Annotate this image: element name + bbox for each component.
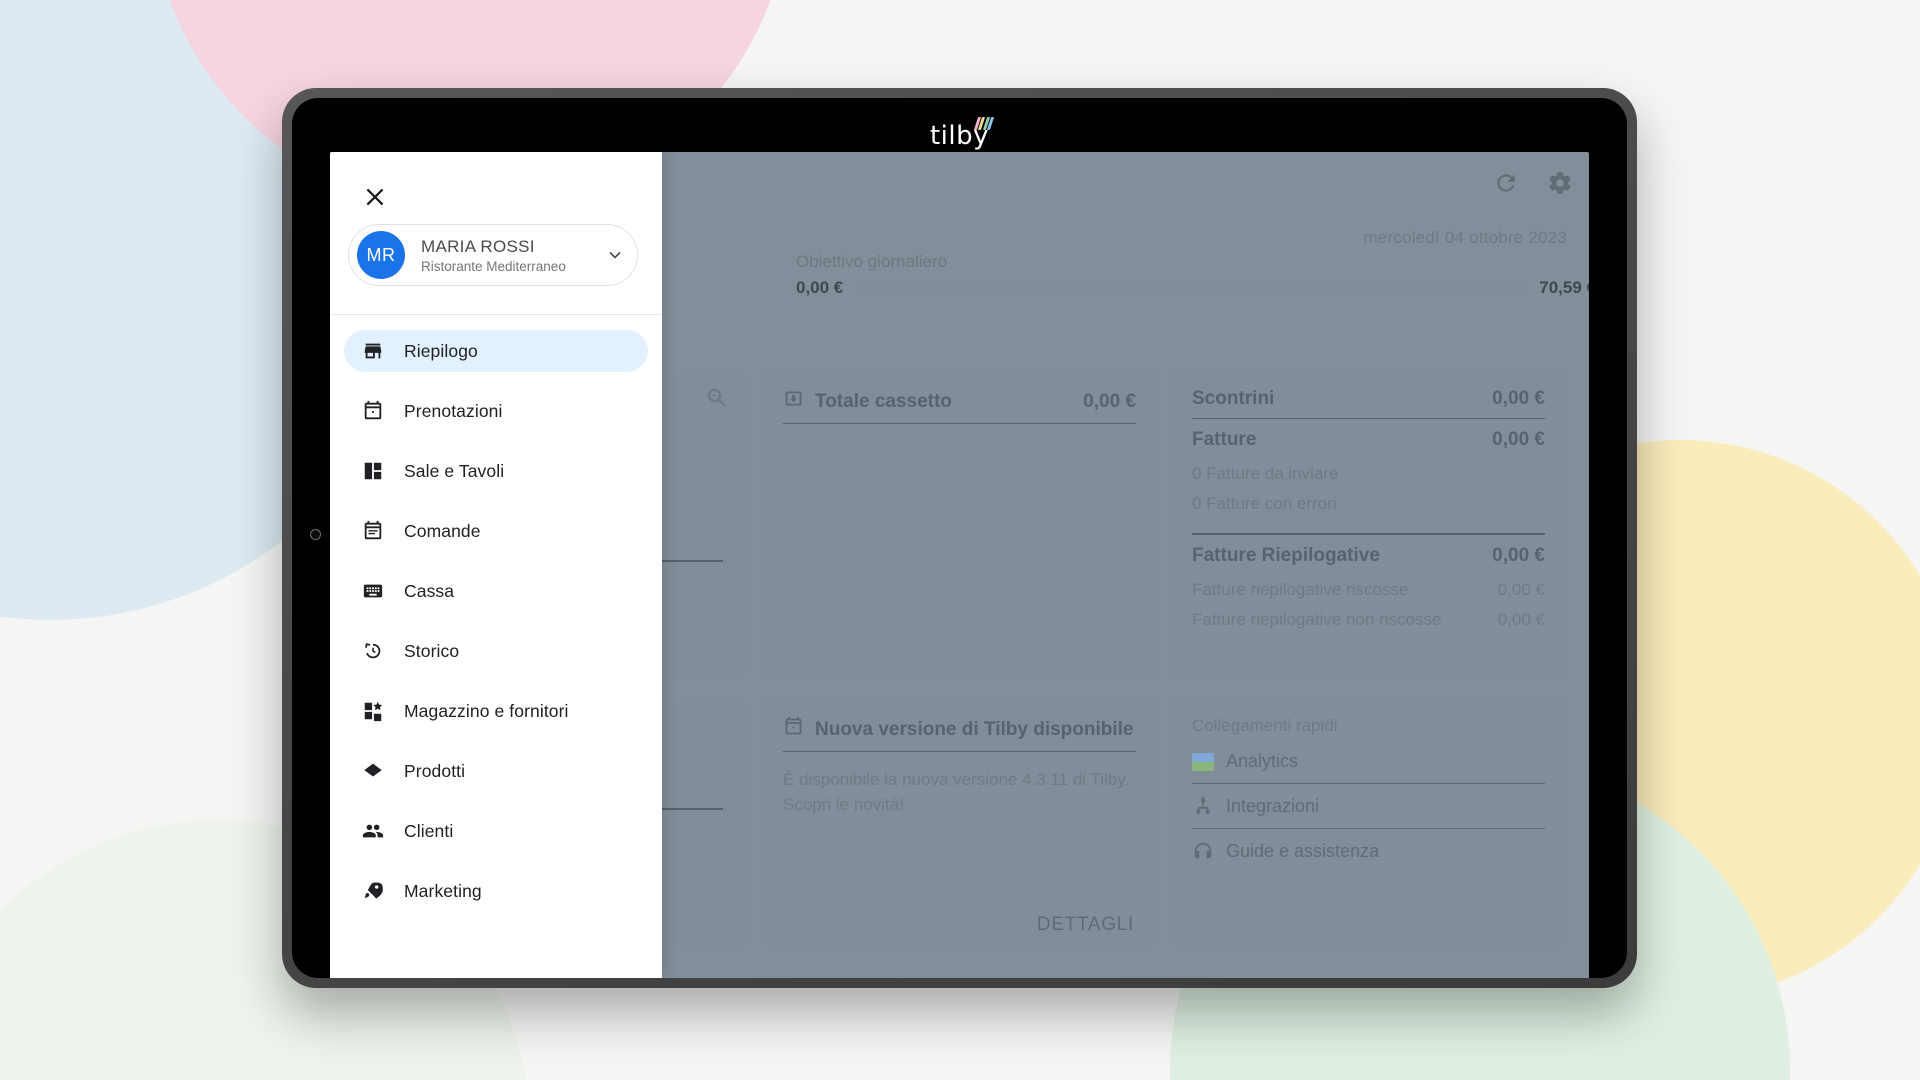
account-switcher[interactable]: MR MARIA ROSSI Ristorante Mediterraneo: [348, 224, 638, 286]
invoices-to-send-row: 0 Fatture da inviare: [1192, 459, 1545, 489]
invoices-row: Fatture 0,00 €: [1192, 419, 1545, 459]
app-screen: mercoledì 04 ottobre 2023 a Obiettivo gi…: [330, 152, 1589, 978]
card-cash-drawer: Totale cassetto 0,00 €: [763, 370, 1156, 680]
calendar-icon: [783, 716, 804, 743]
cash-drawer-header: Totale cassetto 0,00 €: [783, 388, 1136, 424]
current-date: mercoledì 04 ottobre 2023: [1363, 228, 1567, 247]
summary-uncollected-row: Fatture riepilogative non riscosse 0,00 …: [1192, 605, 1545, 635]
new-version-header: Nuova versione di Tilby disponibile: [783, 716, 1136, 752]
card-quick-links: Collegamenti rapidi Analytics Integrazio…: [1172, 698, 1565, 948]
new-version-body: È disponibile la nuova versione 4.3.11 d…: [783, 770, 1130, 814]
chevron-down-icon[interactable]: [605, 245, 625, 265]
cash-drawer-value: 0,00 €: [1083, 390, 1136, 412]
event-note-icon: [362, 520, 384, 542]
sidebar-label-prenotazioni: Prenotazioni: [404, 400, 503, 421]
quick-link-analytics-label: Analytics: [1226, 751, 1299, 771]
daily-goal-progressbar: [853, 287, 1530, 289]
calendar-icon: [362, 400, 384, 422]
sidebar-item-riepilogo[interactable]: Riepilogo: [344, 330, 648, 372]
receipts-value: 0,00 €: [1492, 388, 1545, 409]
camera-lens: [310, 529, 321, 540]
storefront-icon: [362, 340, 384, 362]
sidebar-item-clienti[interactable]: Clienti: [344, 810, 648, 852]
inventory-icon: [362, 700, 384, 722]
layers-icon: [362, 760, 384, 782]
daily-goal-label: Obiettivo giornaliero: [796, 252, 948, 271]
rocket-icon: [362, 880, 384, 902]
receipts-row: Scontrini 0,00 €: [1192, 388, 1545, 419]
quick-link-integrazioni-label: Integrazioni: [1226, 795, 1320, 816]
sidebar-item-prodotti[interactable]: Prodotti: [344, 750, 648, 792]
sidebar-item-prenotazioni[interactable]: Prenotazioni: [344, 390, 648, 432]
sidebar-item-sale-e-tavoli[interactable]: Sale e Tavoli: [344, 450, 648, 492]
sidebar-item-marketing[interactable]: Marketing: [344, 870, 648, 912]
sidebar-label-comande: Comande: [404, 520, 481, 541]
sidebar-item-comande[interactable]: Comande: [344, 510, 648, 552]
drawer-divider: [330, 314, 662, 315]
tilby-logo: tilby: [292, 117, 1627, 152]
headset-icon: [1192, 840, 1214, 862]
tablet-device-frame: tilby mercoledì 04 ottobre 2023 a Obiett…: [282, 88, 1637, 988]
cash-drawer-icon: [783, 388, 804, 415]
daily-goal-current: 0,00 €: [796, 278, 844, 297]
sidebar-label-prodotti: Prodotti: [404, 760, 466, 781]
invoices-label: Fatture: [1192, 429, 1257, 450]
summary-collected-label: Fatture riepilogative riscosse: [1192, 579, 1409, 599]
receipts-label: Scontrini: [1192, 388, 1275, 409]
people-icon: [362, 820, 384, 842]
daily-goal: Obiettivo giornaliero 0,00 € 70,59 €: [796, 252, 1589, 298]
summary-invoices-row: Fatture Riepilogative 0,00 €: [1192, 545, 1545, 575]
sidebar-label-magazzino: Magazzino e fornitori: [404, 700, 569, 721]
account-name: MARIA ROSSI: [421, 236, 535, 256]
new-version-details-button[interactable]: DETTAGLI: [1037, 914, 1134, 936]
quick-link-guide[interactable]: Guide e assistenza: [1192, 829, 1545, 873]
analytics-image-icon: [1192, 752, 1214, 771]
avatar: MR: [357, 231, 405, 279]
summary-uncollected-label: Fatture riepilogative non riscosse: [1192, 609, 1442, 629]
summary-uncollected-value: 0,00 €: [1497, 609, 1545, 629]
sidebar-label-marketing: Marketing: [404, 880, 482, 901]
drawer-nav-list: Riepilogo Prenotazioni Sale e Tavoli Com…: [330, 330, 662, 978]
sidebar-label-storico: Storico: [404, 640, 460, 661]
quick-link-integrazioni[interactable]: Integrazioni: [1192, 784, 1545, 829]
invoices-errors-row: 0 Fatture con errori: [1192, 489, 1545, 519]
quick-link-guide-label: Guide e assistenza: [1226, 840, 1380, 861]
keyboard-icon: [362, 580, 384, 602]
zoom-out-icon[interactable]: [705, 386, 729, 410]
sidebar-item-cassa[interactable]: Cassa: [344, 570, 648, 612]
sidebar-item-storico[interactable]: Storico: [344, 630, 648, 672]
app-toolbar: [1493, 170, 1573, 196]
summary-collected-row: Fatture riepilogative riscosse 0,00 €: [1192, 575, 1545, 605]
history-icon: [362, 640, 384, 662]
summary-collected-value: 0,00 €: [1497, 579, 1545, 599]
account-business: Ristorante Mediterraneo: [421, 258, 566, 274]
sidebar-label-sale-e-tavoli: Sale e Tavoli: [404, 460, 505, 481]
refresh-icon[interactable]: [1493, 170, 1519, 196]
dashboard-icon: [362, 460, 384, 482]
new-version-title: Nuova versione di Tilby disponibile: [815, 718, 1134, 740]
gear-icon[interactable]: [1547, 170, 1573, 196]
quick-links-title: Collegamenti rapidi: [1192, 716, 1338, 735]
daily-goal-target: 70,59 €: [1539, 278, 1589, 297]
card-new-version: Nuova versione di Tilby disponibile È di…: [763, 698, 1156, 948]
sidebar-label-cassa: Cassa: [404, 580, 455, 601]
tablet-bezel: tilby mercoledì 04 ottobre 2023 a Obiett…: [292, 98, 1627, 978]
invoices-value: 0,00 €: [1492, 429, 1545, 450]
close-icon[interactable]: [362, 184, 388, 210]
tilby-logo-stripes: [973, 117, 995, 130]
quick-link-analytics[interactable]: Analytics: [1192, 740, 1545, 784]
card-divider: [1192, 533, 1545, 535]
sidebar-label-clienti: Clienti: [404, 820, 454, 841]
card-receipts-invoices: Scontrini 0,00 € Fatture 0,00 € 0 Fattur…: [1172, 370, 1565, 680]
sidebar-label-riepilogo: Riepilogo: [404, 340, 478, 361]
cash-drawer-title: Totale cassetto: [815, 390, 952, 412]
account-tree-icon: [1192, 795, 1214, 817]
summary-invoices-value: 0,00 €: [1492, 544, 1545, 566]
sidebar-item-magazzino-e-fornitori[interactable]: Magazzino e fornitori: [344, 690, 648, 732]
invoices-to-send-label: 0 Fatture da inviare: [1192, 464, 1339, 483]
summary-invoices-label: Fatture Riepilogative: [1192, 544, 1380, 566]
invoices-errors-label: 0 Fatture con errori: [1192, 494, 1337, 513]
navigation-drawer: MR MARIA ROSSI Ristorante Mediterraneo R…: [330, 152, 662, 978]
